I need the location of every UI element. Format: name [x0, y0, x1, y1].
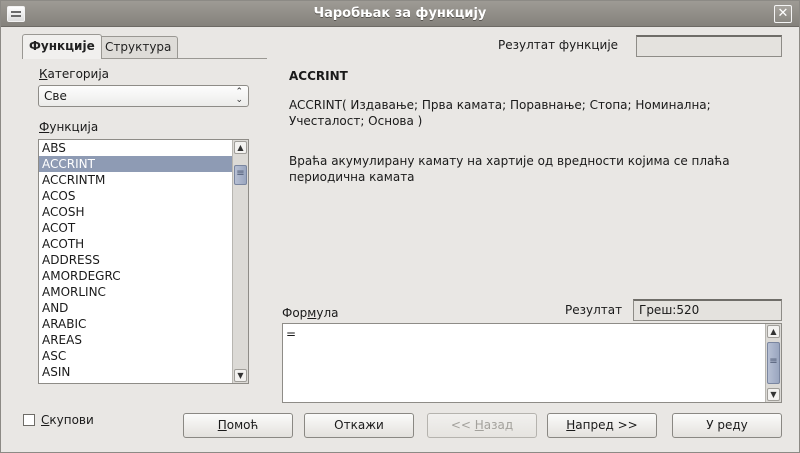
- scroll-thumb[interactable]: [234, 165, 247, 185]
- tab-structure[interactable]: Структура: [98, 36, 179, 58]
- function-result-label: Резултат функције: [498, 38, 619, 52]
- category-label: Категорија: [39, 67, 110, 81]
- list-item[interactable]: ASC: [39, 348, 233, 364]
- scroll-thumb[interactable]: [767, 342, 780, 384]
- list-item[interactable]: ACOT: [39, 220, 233, 236]
- function-listbox[interactable]: ABS ACCRINT ACCRINTM ACOS ACOSH ACOT ACOTH ADDR…: [38, 139, 249, 384]
- list-item[interactable]: ACOS: [39, 188, 233, 204]
- chevron-up-icon[interactable]: ▲: [767, 325, 780, 338]
- chevron-up-icon[interactable]: ▲: [234, 141, 247, 154]
- title-bar[interactable]: Чаробњак за функцију ✕: [1, 1, 799, 27]
- close-icon: ✕: [777, 6, 789, 21]
- chevron-down-icon[interactable]: ▼: [234, 369, 247, 382]
- list-item[interactable]: ARABIC: [39, 316, 233, 332]
- list-item[interactable]: AND: [39, 300, 233, 316]
- list-item[interactable]: ACOSH: [39, 204, 233, 220]
- ok-button[interactable]: У реду: [672, 413, 782, 438]
- list-item[interactable]: ABS: [39, 140, 233, 156]
- list-item[interactable]: ASIN: [39, 364, 233, 380]
- function-name-heading: ACCRINT: [289, 69, 348, 83]
- help-button[interactable]: Помоћ: [183, 413, 293, 438]
- function-wizard-dialog: Чаробњак за функцију ✕ Функције Структур…: [0, 0, 800, 453]
- category-selected-value: Све: [44, 89, 67, 103]
- list-item[interactable]: ACCRINTM: [39, 172, 233, 188]
- category-select[interactable]: Све ⌃ ⌄: [38, 85, 249, 107]
- list-item[interactable]: ADDRESS: [39, 252, 233, 268]
- function-label: Функција: [39, 120, 99, 134]
- function-list-items: ABS ACCRINT ACCRINTM ACOS ACOSH ACOT ACOTH ADDR…: [39, 140, 233, 383]
- cancel-button[interactable]: Откажи: [304, 413, 414, 438]
- formula-label: Формула: [282, 306, 339, 320]
- close-button[interactable]: ✕: [774, 5, 792, 23]
- list-item[interactable]: AMORDEGRC: [39, 268, 233, 284]
- window-title: Чаробњак за функцију: [313, 6, 487, 21]
- back-button[interactable]: << Назад: [427, 413, 537, 438]
- list-item[interactable]: ACOTH: [39, 236, 233, 252]
- result-field: Греш:520: [633, 299, 782, 321]
- array-checkbox[interactable]: [23, 414, 35, 426]
- tab-functions[interactable]: Функције: [22, 34, 102, 59]
- function-description: Враћа акумулирану камату на хартије од в…: [289, 154, 730, 184]
- formula-scrollbar[interactable]: ▲ ▼: [765, 324, 781, 402]
- formula-editor[interactable]: = ▲ ▼: [282, 323, 782, 403]
- function-list-scrollbar[interactable]: ▲ ▼: [232, 140, 248, 383]
- list-item[interactable]: AREAS: [39, 332, 233, 348]
- next-button[interactable]: Напред >>: [547, 413, 657, 438]
- updown-chevron-icon: ⌃ ⌄: [235, 87, 243, 105]
- array-checkbox-label[interactable]: Скупови: [41, 413, 94, 427]
- result-label: Резултат: [565, 303, 623, 317]
- function-signature: ACCRINT( Издавање; Прва камата; Поравнањ…: [289, 98, 711, 128]
- function-result-field: [636, 35, 782, 57]
- chevron-down-icon[interactable]: ▼: [767, 388, 780, 401]
- formula-text: =: [286, 327, 297, 341]
- list-item[interactable]: AMORLINC: [39, 284, 233, 300]
- list-item[interactable]: ACCRINT: [39, 156, 233, 172]
- list-item[interactable]: ASINH: [39, 380, 233, 383]
